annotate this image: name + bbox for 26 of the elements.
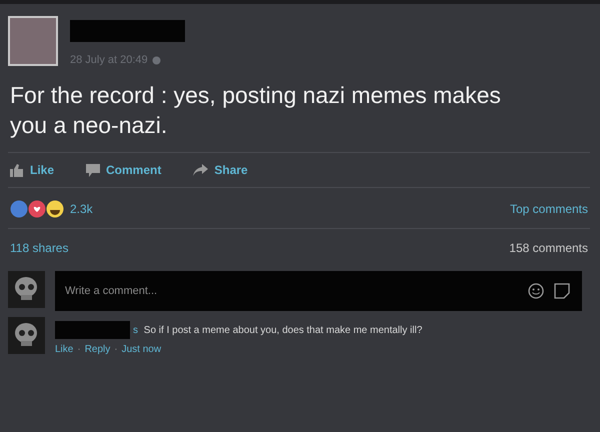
sticker-icon[interactable] xyxy=(554,283,570,299)
commenter-name[interactable]: s xyxy=(133,324,138,336)
separator-dot: · xyxy=(77,344,81,355)
skull-avatar-icon xyxy=(8,271,45,308)
comment-timestamp: Just now xyxy=(122,344,162,355)
shares-count[interactable]: 118 shares xyxy=(10,241,68,255)
comment-text: So if I post a meme about you, does that make me mentally ill? xyxy=(142,324,422,336)
reaction-icons xyxy=(10,200,64,218)
comment-action[interactable]: Comment xyxy=(86,163,162,177)
thumbs-up-icon xyxy=(10,164,24,176)
comment-input[interactable]: Write a comment... xyxy=(63,284,518,298)
comment-action[interactable]: Like xyxy=(55,344,74,355)
skull-avatar-icon xyxy=(8,317,45,354)
share-action[interactable]: Share xyxy=(193,163,248,177)
comment-field[interactable]: Write a comment... xyxy=(55,271,582,311)
share-arrow-icon xyxy=(193,164,208,176)
smiley-icon[interactable] xyxy=(528,283,544,299)
reaction-count[interactable]: 2.3k xyxy=(70,202,93,216)
sort-comments-link[interactable]: Top comments xyxy=(510,202,588,216)
separator-dot: · xyxy=(114,344,118,355)
speech-bubble-icon xyxy=(86,164,100,176)
like-action[interactable]: Like xyxy=(10,163,54,177)
post-text: For the record : yes, posting nazi memes makes you a neo-nazi. xyxy=(10,81,502,140)
comment-action[interactable]: Reply xyxy=(84,344,110,355)
avatar-placeholder xyxy=(8,16,58,66)
comments-count[interactable]: 158 comments xyxy=(509,241,588,255)
